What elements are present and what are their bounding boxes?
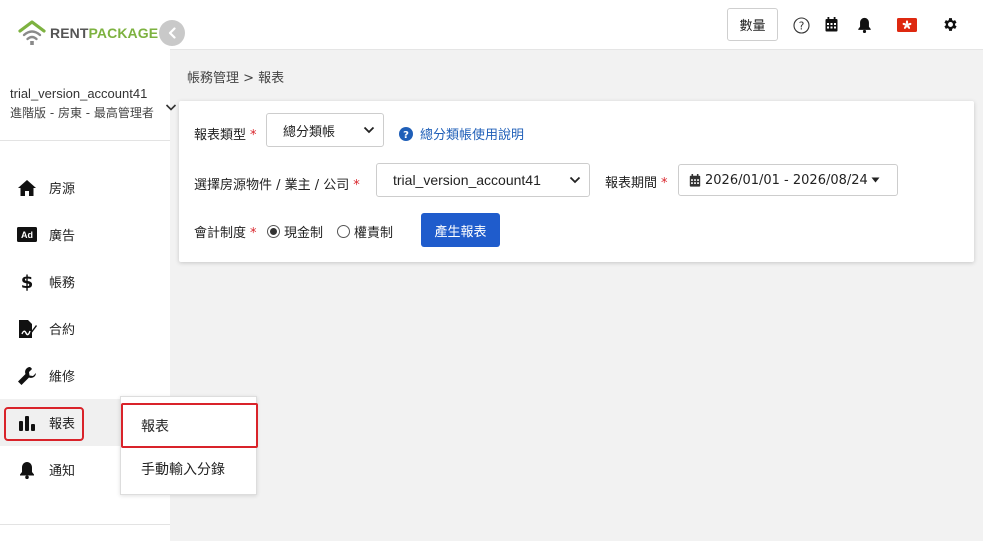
sidebar-item-repair[interactable]: 維修 (0, 352, 170, 399)
radio-cash-basis[interactable]: 現金制 (267, 222, 323, 241)
home-icon (16, 178, 38, 198)
property-select[interactable]: trial_version_account41 (376, 163, 590, 197)
sidebar-item-label: 房源 (49, 182, 76, 197)
report-type-label: 報表類型 * (194, 124, 257, 143)
gear-icon (944, 18, 957, 31)
svg-text:?: ? (799, 21, 805, 33)
caret-down-icon (871, 177, 880, 183)
generate-report-button[interactable]: 產生報表 (421, 213, 500, 247)
bell-icon (858, 17, 871, 33)
required-marker: * (250, 226, 257, 241)
reports-submenu: 報表 手動輸入分錄 (120, 396, 258, 495)
sidebar-item-accounting[interactable]: $ 帳務 (0, 258, 170, 305)
question-circle-icon: ? (399, 126, 413, 141)
logo-text-rent: RENT (50, 25, 89, 41)
calendar-icon (689, 173, 701, 187)
account-name: trial_version_account41 (10, 86, 148, 101)
report-type-value: 總分類帳 (283, 124, 336, 140)
collapse-sidebar-button[interactable] (159, 20, 185, 46)
calendar-button[interactable] (825, 17, 838, 32)
submenu-item-manual-entry[interactable]: 手動輸入分錄 (121, 459, 258, 479)
sidebar-item-label: 維修 (49, 370, 76, 385)
wifi-house-logo-icon (18, 20, 46, 45)
sidebar-item-label: 帳務 (49, 276, 76, 291)
period-label: 報表期間 * (605, 172, 668, 191)
dollar-icon: $ (16, 272, 38, 292)
language-selector[interactable] (897, 18, 917, 32)
radio-label: 現金制 (284, 226, 324, 241)
bar-chart-icon (16, 413, 38, 433)
radio-unselected-indicator (337, 225, 350, 238)
sidebar-item-label: 報表 (49, 417, 76, 432)
sidebar-item-contract[interactable]: 合約 (0, 305, 170, 352)
logo-text-package: PACKAGE (88, 25, 159, 41)
radio-selected-indicator (267, 225, 280, 238)
chevron-left-icon (168, 27, 176, 39)
property-value: trial_version_account41 (393, 172, 541, 188)
chevron-down-icon (363, 126, 375, 134)
svg-text:?: ? (403, 130, 409, 141)
sidebar-divider (0, 524, 170, 525)
notifications-button[interactable] (857, 17, 872, 33)
report-form-card: 報表類型 * 總分類帳 ? 總分類帳使用說明 選擇房源物件 / 業主 / 公司 * … (179, 101, 974, 262)
date-range-picker[interactable]: 2026/01/01 - 2026/08/24 (678, 164, 898, 196)
radio-accrual-basis[interactable]: 權責制 (337, 222, 393, 241)
sidebar-item-property[interactable]: 房源 (0, 164, 170, 211)
calendar-icon (825, 17, 838, 32)
breadcrumb: 帳務管理 > 報表 (187, 71, 285, 86)
quantity-button[interactable]: 數量 (727, 8, 778, 41)
help-link[interactable]: ? 總分類帳使用說明 (399, 124, 524, 143)
accounting-label: 會計制度 * (194, 222, 257, 241)
chevron-down-icon (165, 104, 177, 111)
property-label-text: 選擇房源物件 / 業主 / 公司 (194, 178, 350, 193)
svg-text:Ad: Ad (21, 230, 33, 240)
sidebar-item-label: 通知 (49, 464, 76, 479)
account-info[interactable]: trial_version_account41 進階版 - 房東 - 最高管理者 (10, 86, 185, 121)
sidebar-item-ads[interactable]: Ad 廣告 (0, 211, 170, 258)
period-label-text: 報表期間 (605, 176, 658, 191)
settings-button[interactable] (942, 16, 959, 33)
required-marker: * (250, 128, 257, 143)
svg-text:$: $ (21, 272, 34, 292)
required-marker: * (353, 178, 360, 193)
question-circle-icon: ? (793, 17, 810, 34)
help-button[interactable]: ? (793, 17, 810, 34)
logo[interactable]: RENTPACKAGE (17, 18, 158, 48)
account-dropdown-toggle[interactable] (165, 97, 177, 116)
report-type-select[interactable]: 總分類帳 (266, 113, 384, 147)
submenu-item-reports[interactable]: 報表 (121, 416, 258, 436)
required-marker: * (661, 176, 668, 191)
bell-icon (16, 460, 38, 480)
accounting-label-text: 會計制度 (194, 226, 247, 241)
sidebar-divider (0, 140, 170, 141)
chevron-down-icon (569, 176, 581, 184)
date-range-value: 2026/01/01 - 2026/08/24 (705, 172, 868, 188)
report-type-label-text: 報表類型 (194, 128, 247, 143)
sidebar-item-label: 廣告 (49, 229, 76, 244)
ad-icon: Ad (16, 225, 38, 245)
wrench-icon (16, 366, 38, 386)
top-bar: 數量 ? (170, 0, 983, 50)
hong-kong-flag-icon (897, 18, 917, 32)
contract-icon (16, 319, 38, 339)
help-link-text: 總分類帳使用說明 (420, 128, 525, 143)
property-label: 選擇房源物件 / 業主 / 公司 * (194, 174, 360, 193)
sidebar-item-label: 合約 (49, 323, 76, 338)
account-role: 進階版 - 房東 - 最高管理者 (10, 106, 154, 120)
radio-label: 權責制 (354, 226, 394, 241)
